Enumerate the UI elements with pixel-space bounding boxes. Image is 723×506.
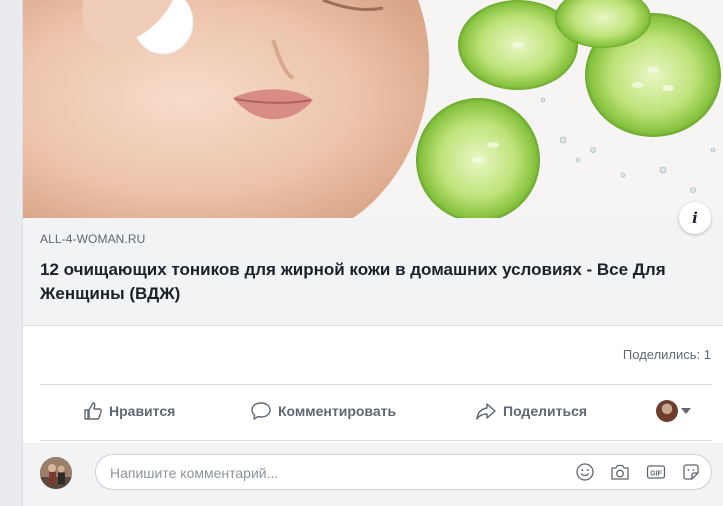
comment-composer: Напишите комментарий... GIF <box>23 443 723 506</box>
link-title[interactable]: 12 очищающих тоников для жирной кожи в д… <box>40 258 680 306</box>
share-label: Поделиться <box>503 403 588 419</box>
comment-placeholder: Напишите комментарий... <box>110 465 279 481</box>
avatar-photo <box>40 457 72 489</box>
like-button[interactable]: Нравится <box>83 401 175 421</box>
action-bar: Нравится Комментировать Поделиться <box>40 391 712 435</box>
share-arrow-icon <box>476 403 496 420</box>
gif-icon[interactable]: GIF <box>645 462 667 482</box>
comment-input[interactable]: Напишите комментарий... GIF <box>95 454 712 490</box>
comment-icon <box>251 402 271 420</box>
mini-avatar <box>656 400 678 422</box>
comment-button[interactable]: Комментировать <box>250 401 396 421</box>
avatar[interactable] <box>40 457 72 489</box>
svg-text:GIF: GIF <box>650 470 662 477</box>
shares-count[interactable]: Поделились: 1 <box>623 347 711 362</box>
link-preview-meta[interactable]: ALL-4-WOMAN.RU 12 очищающих тоников для … <box>23 202 723 326</box>
link-preview-image[interactable] <box>23 0 723 218</box>
sticker-icon[interactable] <box>681 462 701 482</box>
share-button[interactable]: Поделиться <box>475 401 587 421</box>
hero-illustration <box>23 0 723 218</box>
thumbs-up-icon <box>84 402 102 420</box>
like-label: Нравится <box>109 403 176 419</box>
comment-label: Комментировать <box>278 403 397 419</box>
info-button[interactable]: i <box>679 202 711 234</box>
camera-icon[interactable] <box>609 462 631 482</box>
comment-tools: GIF <box>575 462 701 482</box>
info-icon: i <box>692 209 698 227</box>
reaction-identity-selector[interactable] <box>656 400 691 422</box>
link-domain: ALL-4-WOMAN.RU <box>40 232 146 246</box>
divider <box>40 384 712 385</box>
chevron-down-icon <box>681 408 691 414</box>
divider <box>40 440 712 441</box>
emoji-icon[interactable] <box>575 462 595 482</box>
post-card: ALL-4-WOMAN.RU 12 очищающих тоников для … <box>22 0 723 506</box>
page-gutter <box>0 0 22 506</box>
